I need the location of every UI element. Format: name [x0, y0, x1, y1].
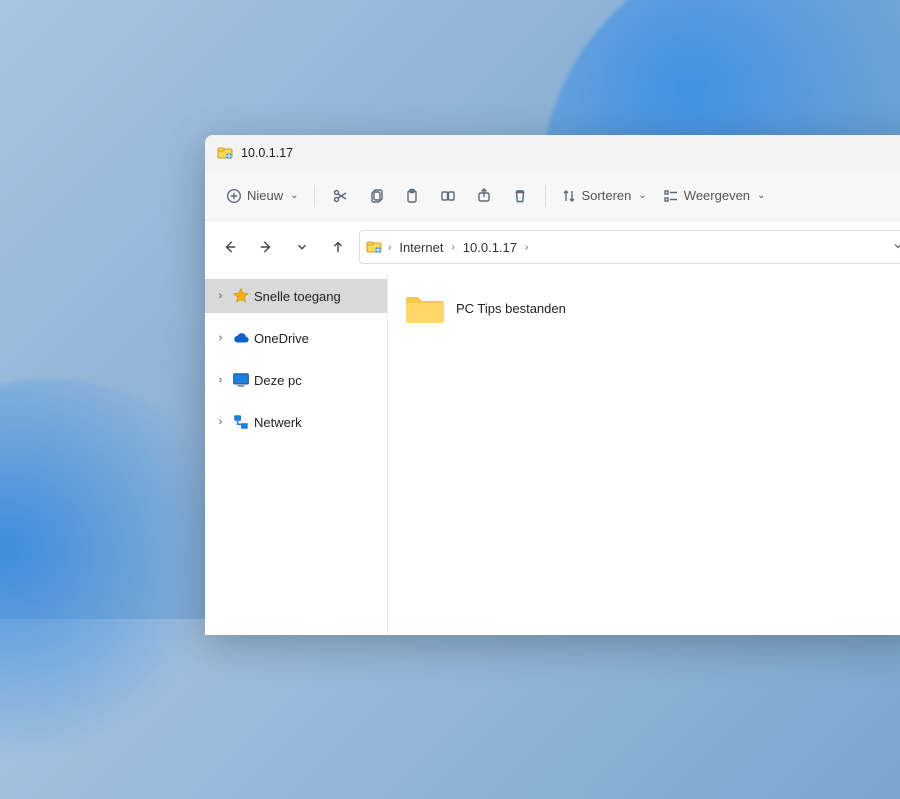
sidebar-item-this-pc[interactable]: › Deze pc — [205, 363, 387, 397]
monitor-icon — [232, 371, 250, 389]
sidebar-item-quick-access[interactable]: › Snelle toegang — [205, 279, 387, 313]
list-item[interactable]: PC Tips bestanden — [404, 287, 900, 329]
view-button[interactable]: Weergeven ⌄ — [656, 179, 773, 213]
share-icon — [476, 188, 492, 204]
breadcrumb-label: Internet — [399, 240, 443, 255]
trash-icon — [512, 188, 528, 204]
nav-row: › Internet › 10.0.1.17 › — [205, 221, 900, 273]
new-button[interactable]: Nieuw ⌄ — [219, 179, 306, 213]
sidebar-item-network[interactable]: › Netwerk — [205, 405, 387, 439]
chevron-right-icon[interactable]: › — [213, 416, 228, 428]
rename-icon — [440, 188, 456, 204]
sidebar: › Snelle toegang › OneDrive › — [205, 273, 388, 635]
back-button[interactable] — [215, 232, 245, 262]
sort-button-label: Sorteren — [582, 188, 632, 203]
network-folder-icon — [217, 145, 233, 161]
arrow-up-icon — [331, 240, 345, 254]
view-icon — [663, 188, 679, 204]
breadcrumb-segment[interactable]: 10.0.1.17 — [461, 240, 519, 255]
chevron-down-icon: ⌄ — [638, 190, 646, 201]
chevron-right-icon[interactable]: › — [213, 374, 228, 386]
breadcrumb-segment[interactable]: Internet — [397, 240, 445, 255]
copy-icon — [368, 188, 384, 204]
chevron-down-icon — [892, 240, 900, 252]
chevron-down-icon: ⌄ — [757, 190, 765, 201]
rename-button[interactable] — [431, 179, 465, 213]
chevron-right-icon[interactable]: › — [523, 242, 530, 253]
explorer-body: › Snelle toegang › OneDrive › — [205, 273, 900, 635]
chevron-down-icon: ⌄ — [290, 190, 298, 201]
recent-locations-button[interactable] — [287, 232, 317, 262]
view-button-label: Weergeven — [684, 188, 750, 203]
forward-button[interactable] — [251, 232, 281, 262]
file-explorer-window: 10.0.1.17 Nieuw ⌄ Sorteren — [205, 135, 900, 635]
window-title: 10.0.1.17 — [241, 146, 293, 160]
network-folder-icon — [366, 239, 382, 255]
toolbar-separator — [545, 185, 546, 207]
delete-button[interactable] — [503, 179, 537, 213]
copy-button[interactable] — [359, 179, 393, 213]
item-name: PC Tips bestanden — [456, 301, 566, 316]
sidebar-item-onedrive[interactable]: › OneDrive — [205, 321, 387, 355]
chevron-right-icon[interactable]: › — [449, 242, 456, 253]
toolbar-separator — [314, 185, 315, 207]
network-icon — [232, 413, 250, 431]
share-button[interactable] — [467, 179, 501, 213]
sidebar-item-label: Deze pc — [254, 373, 302, 388]
sidebar-item-label: OneDrive — [254, 331, 309, 346]
paste-button[interactable] — [395, 179, 429, 213]
content-pane[interactable]: PC Tips bestanden — [388, 273, 900, 635]
star-icon — [232, 287, 250, 305]
new-button-label: Nieuw — [247, 188, 283, 203]
plus-circle-icon — [226, 188, 242, 204]
chevron-right-icon[interactable]: › — [213, 290, 228, 302]
cut-button[interactable] — [323, 179, 357, 213]
paste-icon — [404, 188, 420, 204]
toolbar: Nieuw ⌄ Sorteren ⌄ Weergeven — [205, 171, 900, 221]
address-bar[interactable]: › Internet › 10.0.1.17 › — [359, 230, 900, 264]
scissors-icon — [332, 188, 348, 204]
sidebar-item-label: Snelle toegang — [254, 289, 341, 304]
up-button[interactable] — [323, 232, 353, 262]
breadcrumb-label: 10.0.1.17 — [463, 240, 517, 255]
sidebar-item-label: Netwerk — [254, 415, 302, 430]
address-dropdown-button[interactable] — [892, 240, 900, 255]
arrow-right-icon — [259, 240, 273, 254]
chevron-right-icon[interactable]: › — [213, 332, 228, 344]
folder-icon — [404, 291, 446, 325]
sort-button[interactable]: Sorteren ⌄ — [554, 179, 654, 213]
cloud-icon — [232, 329, 250, 347]
sort-icon — [561, 188, 577, 204]
chevron-down-icon — [295, 240, 309, 254]
chevron-right-icon[interactable]: › — [386, 242, 393, 253]
arrow-left-icon — [223, 240, 237, 254]
titlebar[interactable]: 10.0.1.17 — [205, 135, 900, 171]
